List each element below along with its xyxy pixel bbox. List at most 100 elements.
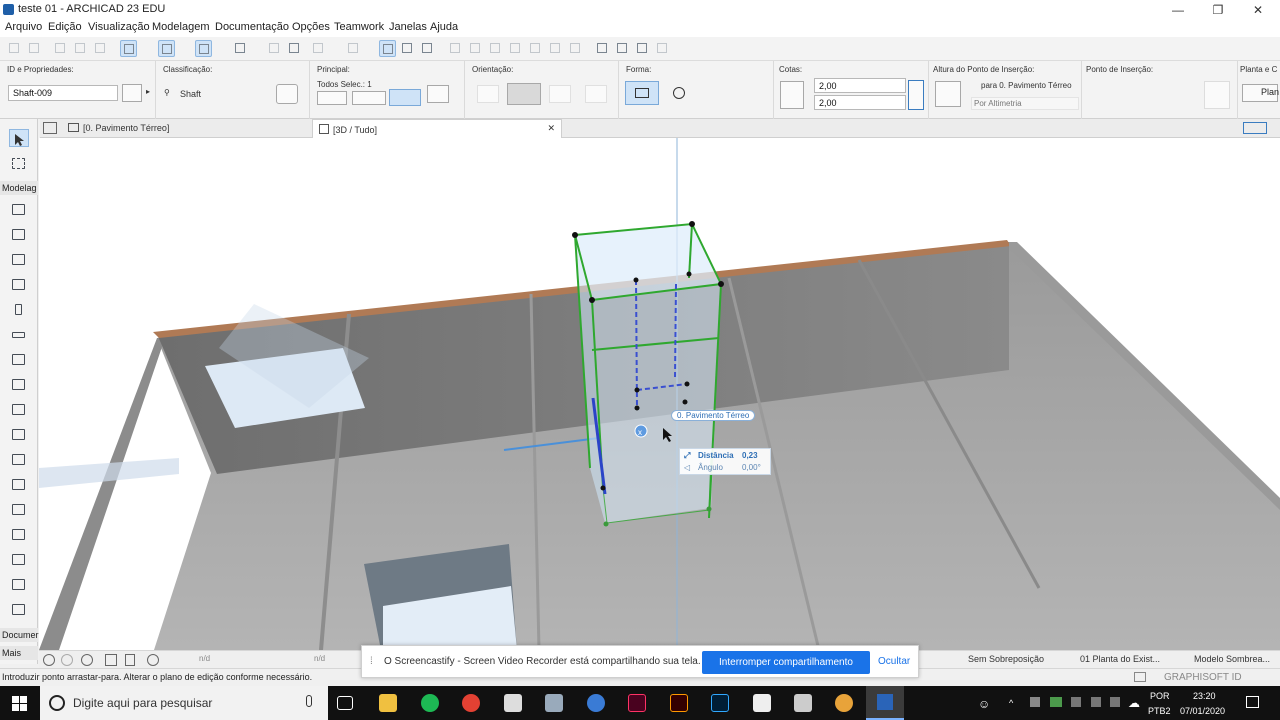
split-icon[interactable] — [447, 40, 464, 57]
chrome-icon[interactable] — [462, 694, 480, 712]
archicad-taskbar-button[interactable] — [866, 686, 904, 720]
brush-icon[interactable] — [614, 40, 631, 57]
pick-up-icon[interactable] — [52, 40, 69, 57]
railing-tool-icon[interactable] — [9, 401, 29, 419]
task-view-icon[interactable] — [337, 696, 353, 710]
render-icon[interactable] — [654, 40, 671, 57]
calendar-icon[interactable] — [794, 694, 812, 712]
distance-value[interactable]: 0,23 — [742, 451, 758, 460]
snipping-icon[interactable] — [545, 694, 563, 712]
calculator-icon[interactable] — [504, 694, 522, 712]
menu-documentacao[interactable]: Documentação — [215, 21, 289, 33]
column-tool-icon[interactable] — [9, 301, 29, 319]
menu-edicao[interactable]: Edição — [48, 21, 82, 33]
adjust-icon[interactable] — [467, 40, 484, 57]
menu-janelas[interactable]: Janelas — [389, 21, 427, 33]
layer-icon-b[interactable] — [352, 91, 386, 105]
3d-model-canvas[interactable]: x — [39, 138, 1280, 650]
layer-icon-a[interactable] — [317, 91, 347, 105]
menu-arquivo[interactable]: Arquivo — [5, 21, 42, 33]
link-dimensions-icon[interactable] — [908, 80, 924, 110]
shell-tool-icon[interactable] — [9, 451, 29, 469]
eyedropper-icon[interactable] — [92, 40, 109, 57]
mesh-icon[interactable] — [594, 40, 611, 57]
curve-icon[interactable] — [527, 40, 544, 57]
minimize-button[interactable]: — — [1158, 0, 1198, 20]
redo-icon[interactable] — [26, 40, 43, 57]
layout-icon[interactable] — [1134, 672, 1146, 682]
guide-lines-icon[interactable] — [120, 40, 137, 57]
house-icon[interactable] — [567, 40, 584, 57]
snap-guides-icon[interactable] — [158, 40, 175, 57]
dimension-y-input[interactable]: 2,00 — [814, 95, 906, 110]
zone-tool-icon[interactable] — [9, 526, 29, 544]
arrow-tool-icon[interactable] — [9, 129, 29, 147]
lamp-tool-icon[interactable] — [9, 576, 29, 594]
design-section-label[interactable]: Modelag — [0, 181, 38, 195]
people-icon[interactable]: ☺ — [978, 697, 990, 711]
orbit-icon[interactable] — [43, 654, 55, 666]
stop-sharing-button[interactable]: Interromper compartilhamento — [702, 651, 870, 674]
offset-icon[interactable] — [547, 40, 564, 57]
document-section-label[interactable]: Documer — [0, 628, 39, 642]
indesign-icon[interactable] — [628, 694, 646, 712]
class-value[interactable]: Shaft — [180, 89, 201, 99]
classification-picker-icon[interactable] — [276, 84, 298, 104]
model-view-selector[interactable]: Modelo Sombrea... — [1194, 654, 1270, 664]
id-input[interactable]: Shaft-009 — [8, 85, 118, 101]
dimension-x-input[interactable]: 2,00 — [814, 78, 906, 93]
clock-date[interactable]: 07/01/2020 — [1180, 706, 1225, 716]
fit-zoom-icon[interactable] — [147, 654, 159, 666]
language-primary[interactable]: POR — [1150, 691, 1170, 701]
menu-teamwork[interactable]: Teamwork — [334, 21, 384, 33]
grid-snap-icon[interactable] — [232, 40, 249, 57]
orient-icon-4[interactable] — [585, 85, 607, 103]
tab-menu-icon[interactable] — [1243, 122, 1267, 134]
tray-app-icon[interactable] — [1030, 697, 1040, 707]
graphisoft-id-label[interactable]: GRAPHISOFT ID — [1164, 672, 1242, 683]
cross-icon[interactable] — [419, 40, 436, 57]
trace-icon[interactable] — [399, 40, 416, 57]
camera-icon[interactable] — [634, 40, 651, 57]
rectangle-shape-icon[interactable] — [625, 81, 659, 105]
photoshop-icon[interactable] — [711, 694, 729, 712]
3d-viewport[interactable]: x 0. Pavimento Térreo ⤢ Distância 0,23 ◁… — [39, 138, 1280, 650]
menu-ajuda[interactable]: Ajuda — [430, 21, 458, 33]
chevron-right-icon[interactable]: ▸ — [146, 87, 150, 96]
tab-floor-plan[interactable]: [0. Pavimento Térreo] — [62, 119, 312, 138]
menu-modelagem[interactable]: Modelagem — [152, 21, 209, 33]
marquee-tool-icon[interactable] — [9, 155, 29, 173]
eraser-icon[interactable] — [266, 40, 283, 57]
file-explorer-icon[interactable] — [379, 694, 397, 712]
taskbar-search-box[interactable]: Digite aqui para pesquisar — [40, 686, 328, 720]
circle-shape-icon[interactable] — [673, 87, 685, 99]
hide-banner-button[interactable]: Ocultar — [878, 656, 910, 667]
spotify-icon[interactable] — [421, 694, 439, 712]
maximize-button[interactable]: ❐ — [1198, 0, 1238, 20]
illustrator-icon[interactable] — [670, 694, 688, 712]
roof-tool-icon[interactable] — [9, 426, 29, 444]
wall-tool-icon[interactable] — [9, 201, 29, 219]
menu-visualizacao[interactable]: Visualização — [88, 21, 150, 33]
tab-overview-icon[interactable] — [43, 122, 57, 134]
suspend-groups-icon[interactable] — [379, 40, 396, 57]
layer-icon[interactable] — [310, 40, 327, 57]
curtain-wall-tool-icon[interactable] — [9, 501, 29, 519]
door-tool-icon[interactable] — [9, 226, 29, 244]
beam-tool-icon[interactable] — [9, 326, 29, 344]
surface-snap-icon[interactable] — [195, 40, 212, 57]
morph-tool-icon[interactable] — [9, 476, 29, 494]
pan-icon[interactable] — [105, 654, 117, 666]
properties-icon[interactable] — [122, 84, 142, 102]
walk-icon[interactable] — [125, 654, 135, 666]
clock-time[interactable]: 23:20 — [1193, 691, 1216, 701]
intersect-icon[interactable] — [487, 40, 504, 57]
height-story[interactable]: para 0. Pavimento Térreo — [981, 81, 1072, 90]
overlay-selector[interactable]: Sem Sobreposição — [968, 654, 1044, 664]
zoom-icon[interactable] — [81, 654, 93, 666]
pen-icon[interactable] — [389, 89, 421, 106]
firefox-icon[interactable] — [835, 694, 853, 712]
close-tab-button[interactable]: ✕ — [547, 123, 555, 134]
windows-start-icon[interactable] — [12, 696, 27, 711]
object-tool-icon[interactable] — [9, 276, 29, 294]
